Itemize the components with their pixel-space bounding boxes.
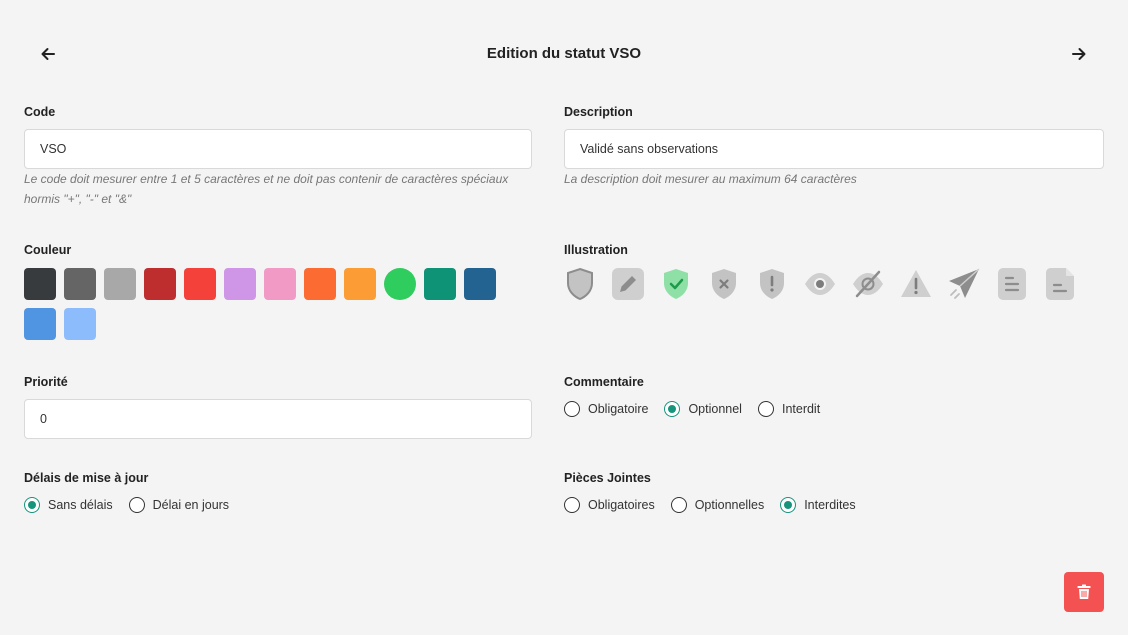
trash-icon (1077, 584, 1091, 599)
radio-label: Optionnel (688, 402, 742, 416)
code-input[interactable] (24, 129, 532, 169)
color-swatch[interactable] (64, 268, 96, 300)
color-swatch[interactable] (24, 268, 56, 300)
warning-triangle-icon[interactable] (898, 266, 934, 302)
pieces-jointes-radio-group: Obligatoires Optionnelles Interdites (564, 497, 872, 513)
color-swatch[interactable] (144, 268, 176, 300)
priorite-input[interactable] (24, 399, 532, 439)
commentaire-radio-group: Obligatoire Optionnel Interdit (564, 401, 836, 417)
color-swatch[interactable] (24, 308, 56, 340)
header: Edition du statut VSO (0, 0, 1128, 108)
radio-label: Interdites (804, 498, 856, 512)
code-hint-line2: hormis "+", "-" et "&" (24, 192, 132, 206)
eye-icon[interactable] (802, 266, 838, 302)
radio-label: Obligatoire (588, 402, 649, 416)
color-swatch[interactable] (344, 268, 376, 300)
arrow-right-icon (1072, 48, 1086, 60)
commentaire-option-obligatoire[interactable]: Obligatoire (564, 401, 648, 417)
radio-label: Interdit (781, 402, 821, 416)
radio-label: Optionnelles (694, 498, 765, 512)
color-swatch[interactable] (184, 268, 216, 300)
radio-button[interactable] (564, 401, 580, 417)
commentaire-option-optionnel[interactable]: Optionnel (664, 401, 742, 417)
commentaire-label: Commentaire (564, 375, 644, 389)
commentaire-option-interdit[interactable]: Interdit (757, 401, 821, 417)
radio-button[interactable] (757, 401, 774, 417)
couleur-label: Couleur (24, 243, 72, 257)
color-swatch[interactable] (304, 268, 336, 300)
eye-slash-icon[interactable] (850, 266, 886, 302)
forward-button[interactable] (1065, 40, 1093, 68)
pencil-icon[interactable] (610, 266, 646, 302)
pieces-jointes-option-optionnelles[interactable]: Optionnelles (670, 497, 765, 513)
document-lines-icon[interactable] (994, 266, 1030, 302)
pieces-jointes-label: Pièces Jointes (564, 471, 651, 485)
shield-exclamation-icon[interactable] (754, 266, 790, 302)
radio-label: Obligatoires (588, 498, 655, 512)
illustration-picker (562, 266, 1102, 304)
radio-label: Sans délais (48, 498, 113, 512)
color-swatch[interactable] (224, 268, 256, 300)
color-swatch[interactable] (264, 268, 296, 300)
delais-label: Délais de mise à jour (24, 471, 149, 485)
document-corner-icon[interactable] (1042, 266, 1078, 302)
color-swatch[interactable] (464, 268, 496, 300)
pieces-jointes-option-interdites[interactable]: Interdites (780, 497, 856, 513)
illustration-label: Illustration (564, 243, 628, 257)
delais-option-delai-en-jours[interactable]: Délai en jours (128, 497, 230, 513)
description-input[interactable] (564, 129, 1104, 169)
code-hint-line1: Le code doit mesurer entre 1 et 5 caract… (24, 172, 509, 186)
delete-button[interactable] (1064, 572, 1104, 612)
radio-button[interactable] (664, 401, 681, 417)
color-swatch[interactable] (64, 308, 96, 340)
radio-button[interactable] (128, 497, 145, 513)
radio-button[interactable] (780, 497, 797, 513)
radio-button[interactable] (670, 497, 687, 513)
color-swatch[interactable] (104, 268, 136, 300)
shield-x-icon[interactable] (706, 266, 742, 302)
code-hint: Le code doit mesurer entre 1 et 5 caract… (24, 169, 536, 209)
paper-plane-icon[interactable] (946, 266, 982, 302)
radio-button[interactable] (24, 497, 40, 513)
delais-option-sans-delais[interactable]: Sans délais (24, 497, 113, 513)
radio-label: Délai en jours (152, 498, 230, 512)
description-label: Description (564, 105, 633, 119)
color-swatch[interactable] (424, 268, 456, 300)
pieces-jointes-option-obligatoires[interactable]: Obligatoires (564, 497, 655, 513)
shield-check-icon[interactable] (658, 266, 694, 302)
page-title: Edition du statut VSO (486, 45, 642, 62)
delais-radio-group: Sans délais Délai en jours (24, 497, 245, 513)
code-label: Code (24, 105, 56, 119)
priorite-label: Priorité (24, 375, 68, 389)
shield-icon[interactable] (562, 266, 598, 302)
color-swatch[interactable] (384, 268, 416, 300)
description-hint: La description doit mesurer au maximum 6… (564, 172, 857, 186)
radio-button[interactable] (564, 497, 580, 513)
